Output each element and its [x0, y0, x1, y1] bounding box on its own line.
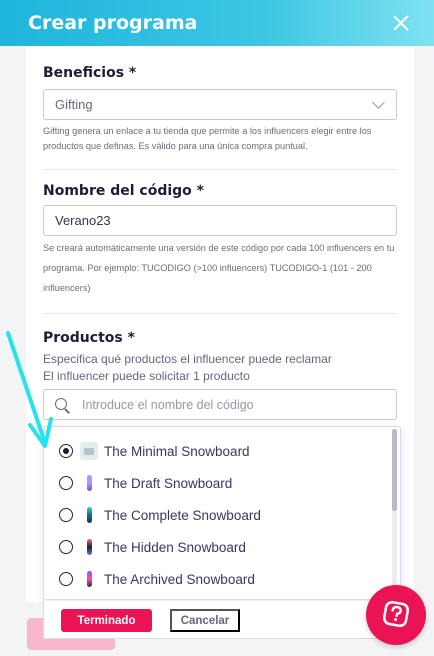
product-search-input[interactable]: Introduce el nombre del código [43, 389, 397, 420]
radio-unchecked[interactable] [59, 476, 73, 490]
dropdown-actions: Terminado Cancelar [43, 600, 401, 639]
product-option[interactable]: The Draft Snowboard [44, 467, 384, 499]
product-option-label: The Archived Snowboard [104, 571, 255, 587]
code-input[interactable]: Verano23 [43, 205, 397, 236]
close-icon[interactable] [390, 12, 412, 34]
product-option-label: The Draft Snowboard [104, 475, 233, 491]
code-label: Nombre del código * [43, 183, 204, 199]
product-dropdown: The Minimal Snowboard The Draft Snowboar… [43, 426, 401, 600]
benefits-help: Gifting genera un enlace a tu tienda que… [43, 126, 372, 151]
modal-title: Crear programa [28, 12, 198, 34]
divider [43, 169, 397, 170]
code-help: Se creará automáticamente una versión de… [43, 243, 395, 293]
products-description: Especifica qué productos el influencer p… [43, 352, 332, 366]
modal-header: Crear programa [0, 0, 434, 46]
products-limit-note: El influencer puede solicitar 1 producto [43, 369, 250, 383]
radio-checked[interactable] [59, 444, 73, 458]
radio-unchecked[interactable] [59, 508, 73, 522]
snowboard-icon [80, 538, 98, 556]
dropdown-scrollbar[interactable] [392, 429, 397, 597]
radio-unchecked[interactable] [59, 540, 73, 554]
chevron-down-icon [372, 96, 385, 109]
divider [43, 313, 397, 314]
product-option[interactable]: The Hidden Snowboard [44, 531, 384, 563]
radio-unchecked[interactable] [59, 572, 73, 586]
benefits-select[interactable]: Gifting [43, 89, 397, 120]
code-input-value: Verano23 [55, 213, 111, 228]
help-chat-button[interactable] [366, 585, 426, 645]
product-option-label: The Minimal Snowboard [104, 443, 250, 459]
benefits-selected-value: Gifting [55, 97, 93, 112]
benefits-label: Beneficios * [43, 65, 137, 81]
cancel-button[interactable]: Cancelar [170, 609, 240, 632]
product-option[interactable]: The Archived Snowboard [44, 563, 384, 595]
product-search-placeholder: Introduce el nombre del código [82, 397, 254, 412]
product-option-label: The Hidden Snowboard [104, 539, 246, 555]
product-option[interactable]: The Minimal Snowboard [44, 435, 384, 467]
products-label: Productos * [43, 330, 135, 346]
snowboard-icon [80, 570, 98, 588]
search-icon [55, 398, 67, 410]
snowboard-icon [80, 506, 98, 524]
snowboard-icon [80, 474, 98, 492]
help-chat-icon [382, 600, 410, 628]
done-button[interactable]: Terminado [61, 609, 152, 632]
product-option-label: The Complete Snowboard [104, 507, 261, 523]
product-option[interactable]: The Complete Snowboard [44, 499, 384, 531]
scrollbar-thumb[interactable] [392, 429, 397, 511]
image-placeholder-icon [80, 442, 98, 460]
